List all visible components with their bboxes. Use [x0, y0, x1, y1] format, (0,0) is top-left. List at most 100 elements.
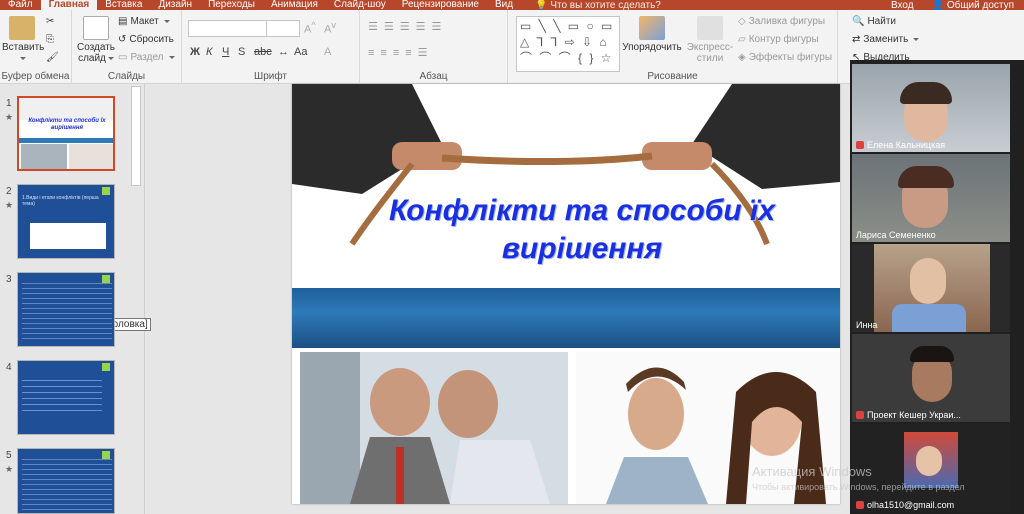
paragraph-group: ☰☰☰☰☰ ≡≡≡≡☰ Абзац [360, 10, 508, 84]
reset-button[interactable]: ↺ Сбросить [118, 34, 174, 45]
bold-button[interactable]: Ж [190, 46, 200, 58]
participant-body-3 [892, 304, 966, 332]
strikethrough-button[interactable]: abc [254, 46, 272, 58]
tab-insert[interactable]: Вставка [97, 0, 150, 10]
thumb-number-2: 2 [6, 186, 12, 197]
new-slide-icon [83, 16, 109, 40]
font-size-combo[interactable] [266, 20, 300, 37]
thumb2-marker [102, 187, 110, 195]
tab-transitions[interactable]: Переходы [200, 0, 263, 10]
italic-button[interactable]: К [206, 46, 212, 58]
layout-icon: ▤ [118, 16, 128, 27]
participant-hair-1 [900, 82, 952, 104]
shapes-row-1: ▭ ╲ ╲ ▭ ○ ▭ [520, 19, 615, 33]
login-link[interactable]: Вход [883, 0, 922, 10]
clipboard-group: Вставить ✂ ⎘ 🖌 Буфер обмена [0, 10, 72, 84]
layout-label: Макет [130, 16, 159, 27]
slide-thumbnail-3[interactable] [17, 272, 115, 347]
paste-icon [9, 16, 35, 40]
list-icons[interactable]: ☰☰☰☰☰ [368, 20, 447, 33]
shapes-row-3: ⌒ ⌒ ⌒ { } ☆ [520, 51, 614, 65]
thumb2-image [30, 223, 106, 249]
participant-face-5 [916, 446, 942, 476]
quick-styles-button[interactable]: Экспресс- стили [684, 16, 736, 64]
paste-button[interactable]: Вставить [2, 16, 45, 64]
change-case-button[interactable]: Aa [294, 46, 307, 58]
shrink-font-icon[interactable]: Av [324, 20, 336, 36]
thumb1-band [19, 138, 113, 143]
paste-label: Вставить [2, 42, 45, 53]
thumb5-marker [102, 451, 110, 459]
shape-outline-label: Контур фигуры [748, 34, 819, 45]
shape-fill-button[interactable]: ◇ Заливка фигуры [738, 16, 825, 27]
slide-canvas[interactable]: Конфлікти та способи їх вирішення [292, 84, 840, 504]
char-spacing-icon[interactable]: ↔ [278, 46, 289, 58]
tab-home[interactable]: Главная [40, 0, 98, 10]
find-button[interactable]: 🔍 Найти [852, 16, 896, 27]
participant-tile-4[interactable]: Проект Кешер Украи... [852, 334, 1010, 422]
participant-face-3 [910, 258, 946, 304]
participant-name-1: Елена Кальницкая [856, 140, 945, 150]
shape-outline-button[interactable]: ▱ Контур фигуры [738, 34, 819, 45]
underline-button[interactable]: Ч [222, 46, 229, 58]
copy-icon[interactable]: ⎘ [46, 34, 54, 45]
tab-slideshow[interactable]: Слайд-шоу [326, 0, 394, 10]
participant-name-text-5: olha1510@gmail.com [867, 500, 955, 510]
thumb-number-5: 5 [6, 450, 12, 461]
muted-mic-icon [856, 141, 864, 149]
format-painter-icon[interactable]: 🖌 [46, 52, 59, 63]
outline-icon: ▱ [738, 34, 746, 45]
participant-tile-1[interactable]: Елена Кальницкая [852, 64, 1010, 152]
shapes-gallery[interactable]: ▭ ╲ ╲ ▭ ○ ▭ △ ⅂ ⅂ ⇨ ⇩ ⌂ ⌒ ⌒ ⌒ { } ☆ [516, 16, 620, 72]
replace-button[interactable]: ⇄ Заменить [852, 34, 920, 45]
section-button[interactable]: ▭ Раздел [118, 52, 175, 63]
tell-me-input[interactable]: 💡 Что вы хотите сделать? [535, 0, 661, 10]
slide-title[interactable]: Конфлікти та способи їх вирішення [372, 192, 792, 268]
ribbon: Вставить ✂ ⎘ 🖌 Буфер обмена Создать слай… [0, 10, 852, 84]
activation-watermark: Активация Windows [752, 464, 872, 479]
quick-styles-label-1: Экспресс- [686, 42, 734, 53]
tab-review[interactable]: Рецензирование [394, 0, 487, 10]
participant-tile-3[interactable]: Инна [852, 244, 1010, 332]
font-group: A^ Av Ж К Ч S abc ↔ Aa A Шрифт [182, 10, 360, 84]
tab-view[interactable]: Вид [487, 0, 521, 10]
layout-button[interactable]: ▤ Макет [118, 16, 170, 27]
share-button[interactable]: 👤 Общий доступ [922, 0, 1024, 10]
arrange-button[interactable]: Упорядочить [620, 16, 684, 53]
font-name-combo[interactable] [188, 20, 268, 37]
arrange-icon [639, 16, 665, 40]
participant-tile-2[interactable]: Лариса Семененко [852, 154, 1010, 242]
thumbnail-scrollbar[interactable] [131, 86, 141, 186]
participant-name-4: Проект Кешер Украи... [856, 410, 961, 420]
tab-file[interactable]: Файл [0, 0, 41, 10]
thumb-number-4: 4 [6, 362, 12, 373]
tab-animation[interactable]: Анимация [263, 0, 326, 10]
quick-styles-icon [697, 16, 723, 40]
participant-hair-4 [910, 346, 954, 362]
align-icons[interactable]: ≡≡≡≡☰ [368, 46, 434, 59]
thumb1-hands [19, 98, 113, 120]
participant-tile-5[interactable]: olha1510@gmail.com [852, 424, 1010, 512]
thumb-number-1: 1 [6, 98, 12, 109]
quick-styles-label-2: стили [696, 53, 724, 64]
slide-thumbnail-5[interactable] [17, 448, 115, 514]
slide-thumbnail-1[interactable]: Конфлікти та способи їх вирішення [17, 96, 115, 171]
participant-name-text-4: Проект Кешер Украи... [867, 410, 961, 420]
thumb1-photo-left [21, 144, 67, 169]
menu-bar: Файл Главная Вставка Дизайн Переходы Ани… [0, 0, 1024, 10]
grow-font-icon[interactable]: A^ [304, 20, 316, 36]
new-slide-button[interactable]: Создать слайд [76, 16, 116, 64]
cut-icon[interactable]: ✂ [46, 16, 54, 27]
slide-thumbnail-2[interactable]: 1.Види і етапи конфліктів (перша тема) [17, 184, 115, 259]
arguing-men-photo [300, 352, 568, 504]
thumb5-text-lines [22, 455, 112, 513]
slide-thumbnail-4[interactable] [17, 360, 115, 435]
shape-effects-button[interactable]: ◈ Эффекты фигуры [738, 52, 832, 63]
shadow-button[interactable]: S [238, 46, 245, 58]
tab-design[interactable]: Дизайн [150, 0, 200, 10]
participant-name-text-3: Инна [856, 320, 878, 330]
editing-group: 🔍 Найти ⇄ Заменить ↖ Выделить [852, 10, 1024, 64]
participant-name-text-2: Лариса Семененко [856, 230, 936, 240]
animation-star-icon: ★ [5, 200, 14, 210]
font-color-button[interactable]: A [324, 46, 331, 58]
